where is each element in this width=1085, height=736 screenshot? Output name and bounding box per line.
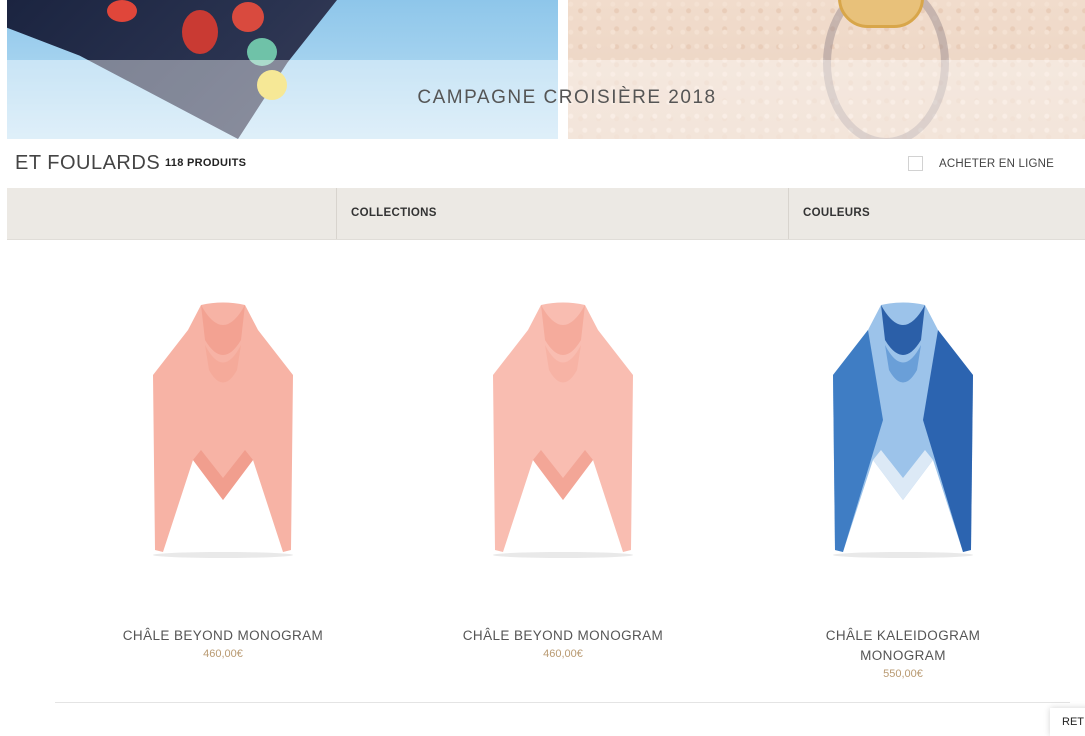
buy-online-checkbox[interactable] — [908, 156, 923, 171]
product-count: 118 PRODUITS — [165, 157, 247, 169]
page-title: ET FOULARDS — [15, 152, 161, 174]
product-price: 460,00€ — [203, 648, 243, 660]
banner-pattern-dot — [182, 10, 218, 54]
buy-online-filter[interactable]: ACHETER EN LIGNE — [908, 156, 1054, 171]
buy-online-label: ACHETER EN LIGNE — [939, 157, 1055, 170]
filter-collections-label: COLLECTIONS — [351, 207, 437, 219]
product-price: 550,00€ — [883, 668, 923, 680]
product-card[interactable]: CHÂLE BEYOND MONOGRAM 460,00€ — [413, 300, 713, 660]
banner-title: CAMPAGNE CROISIÈRE 2018 — [417, 87, 717, 108]
product-image-blue-scarf — [833, 302, 973, 558]
product-image-pink-scarf — [493, 302, 633, 558]
product-price: 460,00€ — [543, 648, 583, 660]
product-image-pink-scarf — [153, 302, 293, 558]
hero-banner[interactable]: CAMPAGNE CROISIÈRE 2018 — [7, 0, 1085, 139]
product-card[interactable]: CHÂLE KALEIDOGRAM MONOGRAM 550,00€ — [753, 300, 1053, 680]
filter-colors[interactable]: COULEURS — [788, 188, 1085, 239]
product-name-line2[interactable]: MONOGRAM — [753, 646, 1053, 666]
product-name-line1[interactable]: CHÂLE KALEIDOGRAM — [753, 626, 1053, 646]
product-name[interactable]: CHÂLE BEYOND MONOGRAM — [73, 626, 373, 646]
product-card[interactable]: CHÂLE BEYOND MONOGRAM 460,00€ — [73, 300, 373, 660]
banner-pattern-dot — [107, 0, 137, 22]
filter-bar: COLLECTIONS COULEURS — [7, 188, 1085, 240]
back-to-top-button[interactable]: RET — [1050, 708, 1085, 736]
filter-colors-label: COULEURS — [803, 207, 870, 219]
product-name[interactable]: CHÂLE BEYOND MONOGRAM — [413, 626, 713, 646]
section-divider — [55, 702, 1070, 703]
filter-collections[interactable]: COLLECTIONS — [336, 188, 789, 239]
banner-pattern-dot — [232, 2, 264, 32]
